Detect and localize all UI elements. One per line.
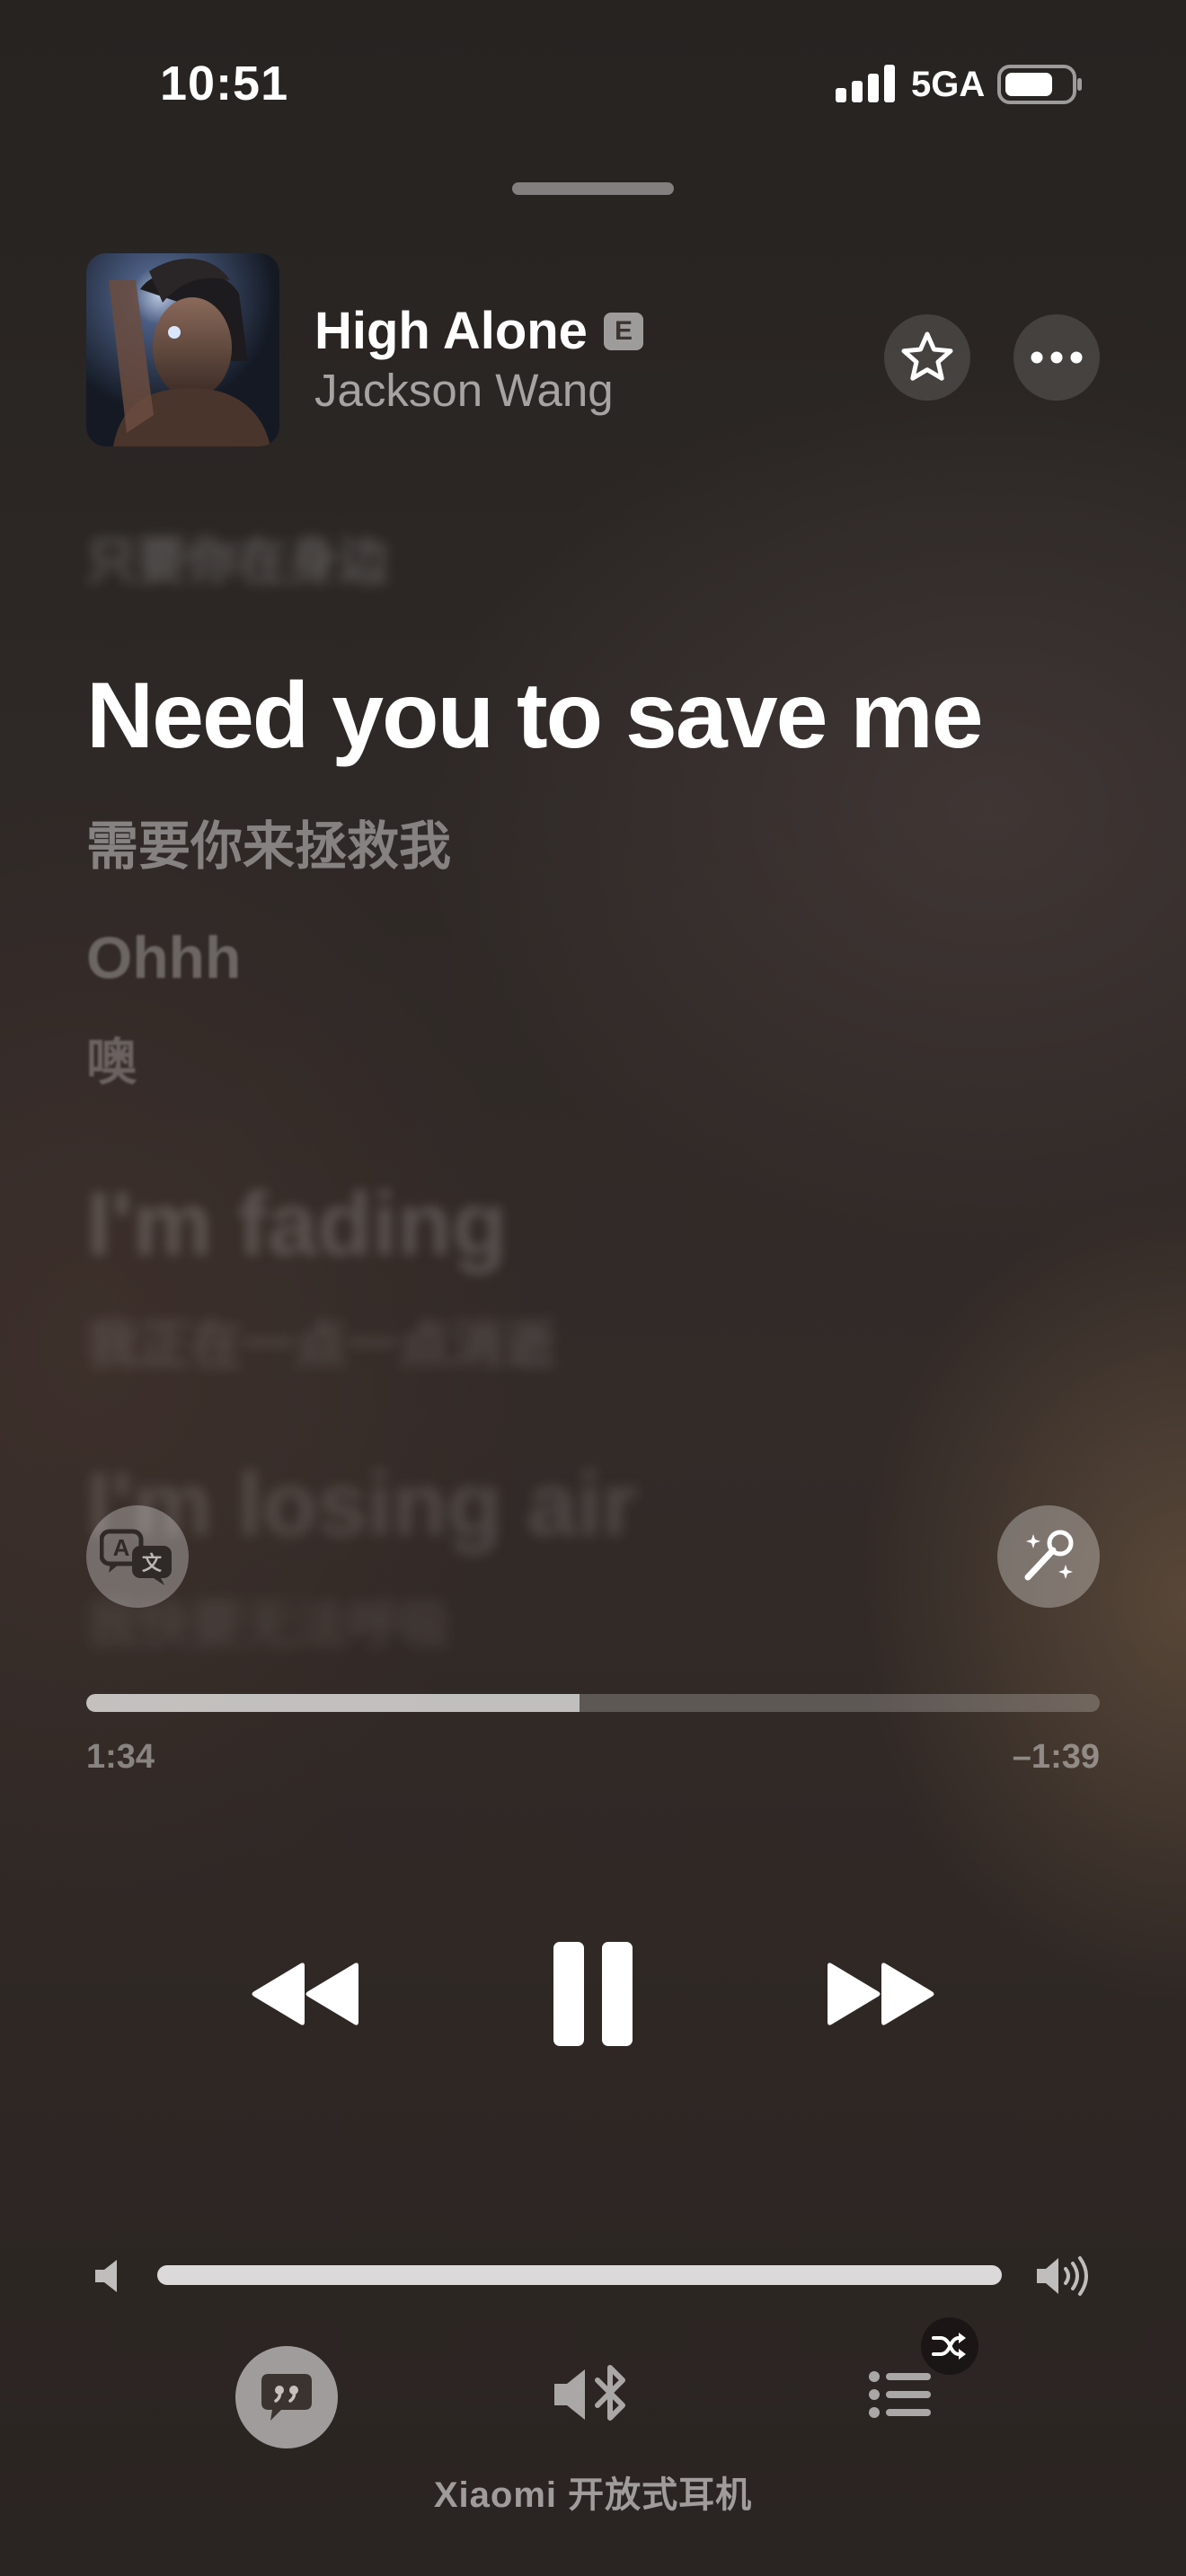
translate-icon: A 文 <box>100 1529 172 1585</box>
shuffle-icon <box>932 2333 966 2360</box>
network-type: 5GA <box>911 65 986 104</box>
ellipsis-icon <box>1031 351 1083 364</box>
queue-button[interactable] <box>868 2368 933 2425</box>
playback-scrubber[interactable] <box>86 1694 1100 1712</box>
battery-icon <box>997 65 1082 104</box>
status-time: 10:51 <box>160 57 289 110</box>
signal-icon <box>836 65 895 102</box>
elapsed-time: 1:34 <box>86 1738 155 1776</box>
lyric-active-line[interactable]: Need you to save me <box>86 663 984 770</box>
lyric-active-translation[interactable]: 需要你来拯救我 <box>86 804 451 879</box>
pause-button[interactable] <box>539 1931 647 2057</box>
sheet-grabber[interactable] <box>512 182 674 195</box>
volume-fill <box>157 2265 1002 2285</box>
sing-button[interactable] <box>997 1505 1100 1608</box>
volume-slider[interactable] <box>157 2265 1002 2285</box>
list-icon <box>869 2371 931 2418</box>
volume-low-icon <box>95 2260 117 2292</box>
translate-button[interactable]: A 文 <box>86 1505 189 1608</box>
speaker-bluetooth-icon <box>554 2365 625 2421</box>
svg-text:A: A <box>113 1534 130 1561</box>
lyric-line[interactable]: I'm fading <box>86 1173 507 1276</box>
pause-icon <box>553 1942 633 2046</box>
quote-bubble-icon <box>261 2374 312 2421</box>
lyrics-button[interactable] <box>235 2346 338 2448</box>
fast-forward-icon <box>828 1963 934 2025</box>
explicit-badge: E <box>604 313 643 350</box>
lyric-previous-translation[interactable]: 只要你在身边 <box>86 521 388 594</box>
previous-track-button[interactable] <box>243 1949 368 2039</box>
more-button[interactable] <box>1013 314 1100 401</box>
rewind-icon <box>252 1963 358 2025</box>
star-icon <box>901 331 953 381</box>
next-track-button[interactable] <box>818 1949 943 2039</box>
output-device-label[interactable]: Xiaomi 开放式耳机 <box>0 2466 1186 2518</box>
microphone-sparkle-icon <box>1024 1530 1074 1581</box>
volume-high-icon <box>1037 2256 1088 2296</box>
song-title[interactable]: High Alone <box>314 301 588 361</box>
remaining-time: –1:39 <box>1012 1738 1100 1776</box>
lyric-translation[interactable]: 噢 <box>86 1022 137 1095</box>
airplay-button[interactable] <box>553 2362 635 2427</box>
artist-name[interactable]: Jackson Wang <box>314 364 614 417</box>
shuffle-indicator[interactable] <box>921 2317 978 2375</box>
scrubber-fill <box>86 1694 580 1712</box>
lyric-translation[interactable]: 我正在一点一点消逝 <box>86 1302 555 1378</box>
album-artwork[interactable] <box>86 253 279 446</box>
svg-text:文: 文 <box>142 1552 163 1575</box>
favorite-button[interactable] <box>884 314 970 401</box>
lyric-line[interactable]: Ohhh <box>86 923 241 992</box>
